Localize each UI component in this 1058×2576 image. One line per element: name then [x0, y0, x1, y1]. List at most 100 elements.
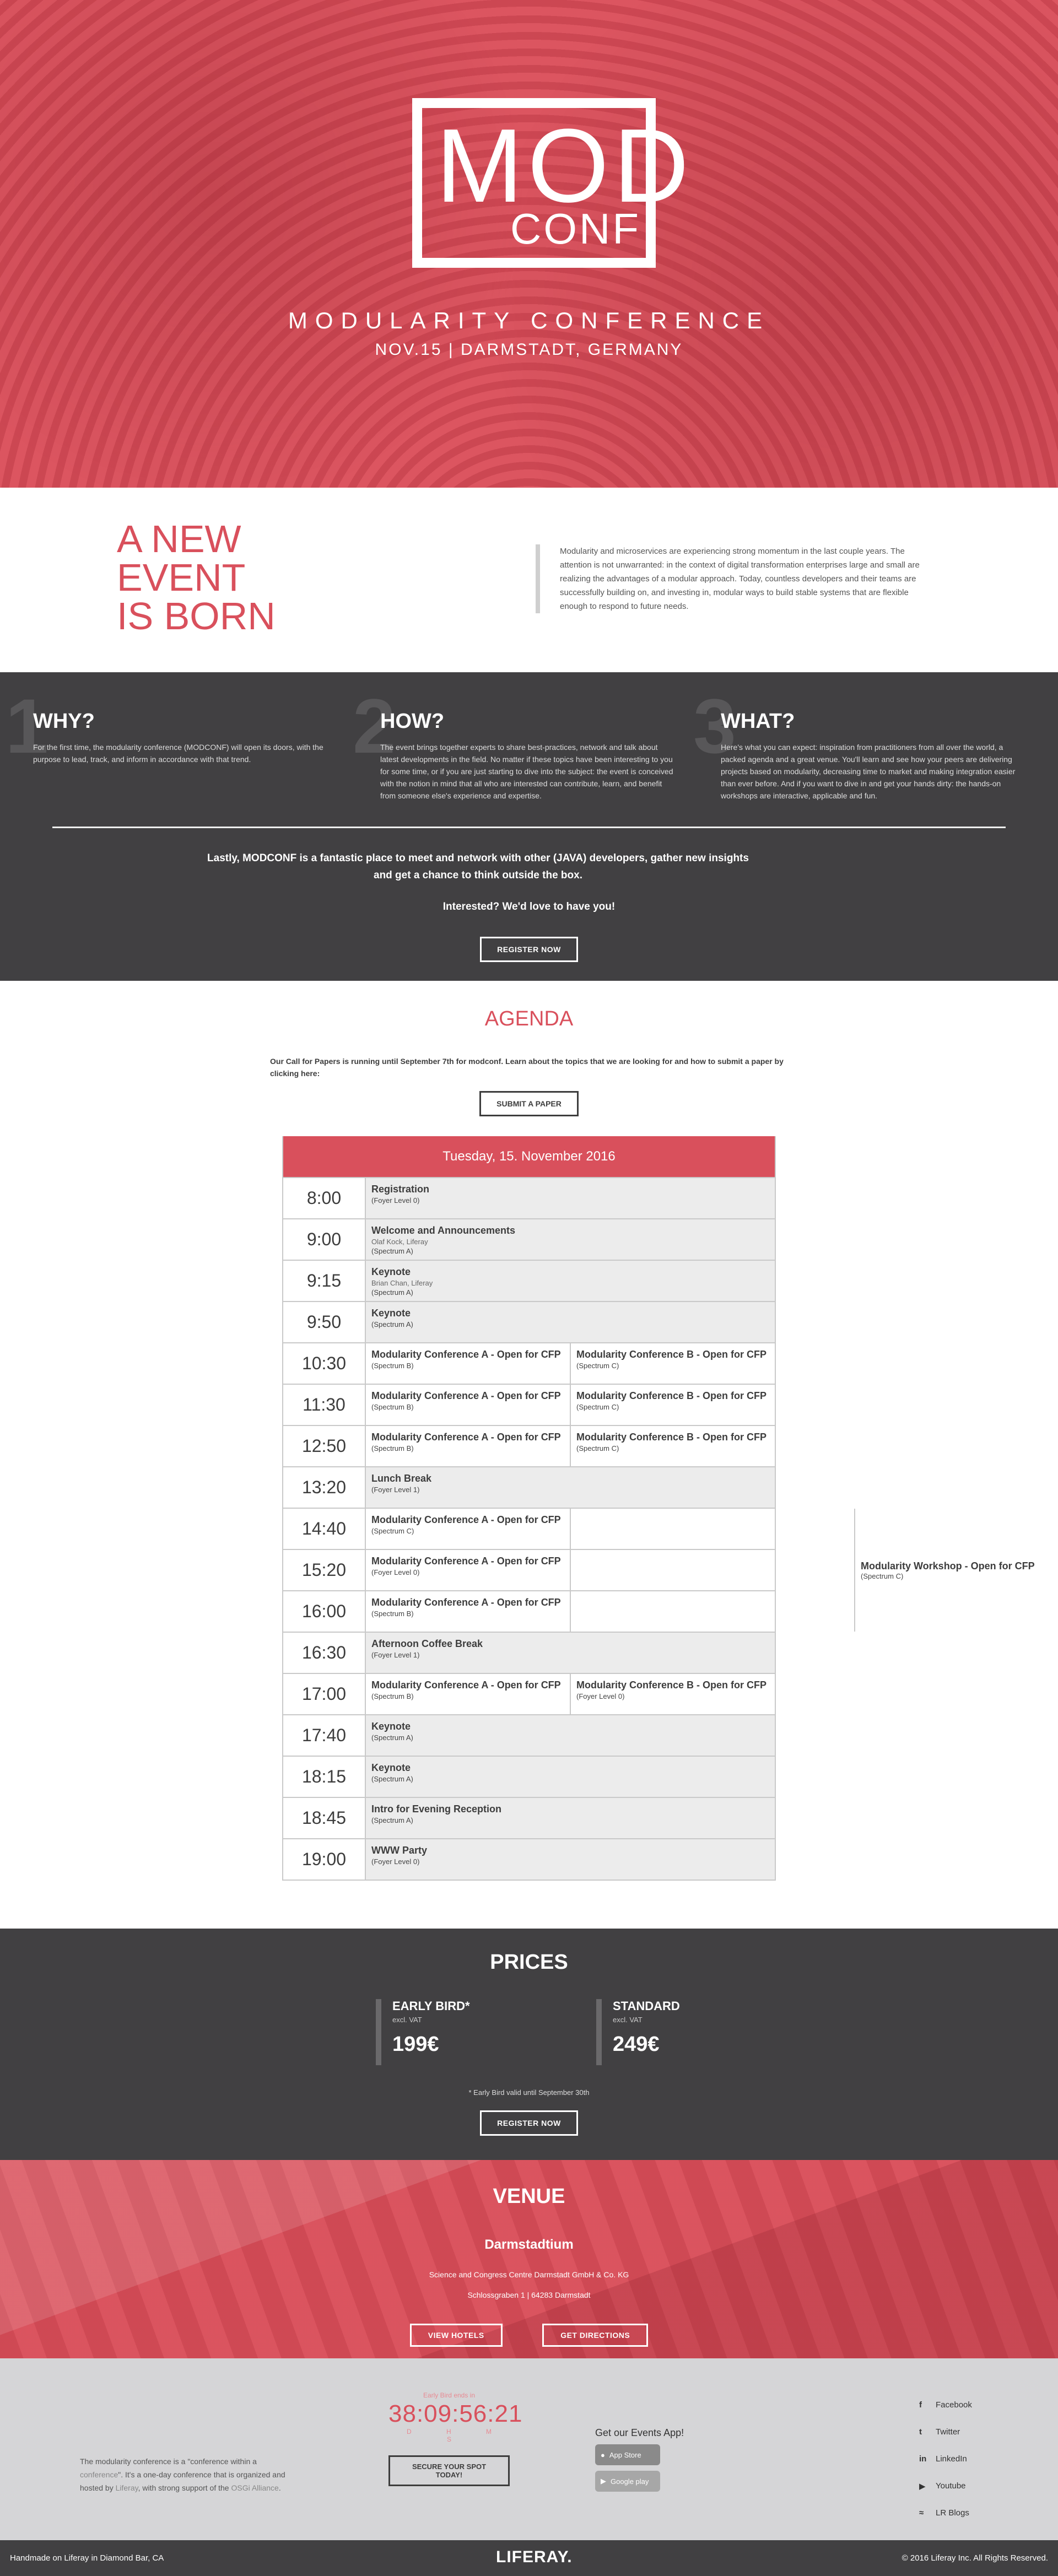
price-vat: excl. VAT — [613, 2016, 643, 2024]
osgi-alliance-link[interactable]: OSGi Alliance — [231, 2483, 278, 2492]
schedule-row: 9:50 Keynote (Spectrum A) — [283, 1301, 775, 1342]
social-link-youtube[interactable]: ▶ Youtube — [919, 2472, 972, 2499]
intro-heading: A NEW EVENT IS BORN — [117, 520, 276, 635]
session-title: Modularity Conference B - Open for CFP — [576, 1432, 767, 1443]
session-title: Modularity Conference A - Open for CFP — [371, 1390, 561, 1401]
register-now-button[interactable]: REGISTER NOW — [480, 2110, 578, 2136]
schedule-session: Keynote (Spectrum A) — [366, 1302, 775, 1342]
bottom-bar: Handmade on Liferay in Diamond Bar, CA L… — [0, 2540, 1058, 2576]
schedule-time: 16:00 — [283, 1591, 366, 1632]
session-room: (Spectrum B) — [371, 1692, 414, 1700]
session-title: Modularity Conference A - Open for CFP — [371, 1514, 561, 1525]
schedule-time: 16:30 — [283, 1633, 366, 1673]
facebook-icon: f — [919, 2400, 922, 2410]
conference-link[interactable]: conference — [80, 2470, 118, 2479]
schedule-cells: Keynote (Spectrum A) — [366, 1302, 775, 1342]
register-wrap: REGISTER NOW — [0, 2110, 1058, 2136]
session-title: Keynote — [371, 1266, 411, 1277]
schedule-session: Registration (Foyer Level 0) — [366, 1178, 775, 1218]
schedule-time: 11:30 — [283, 1385, 366, 1425]
what-column: 3 WHAT? Here's what you can expect: insp… — [693, 688, 1018, 802]
social-label: LinkedIn — [936, 2454, 967, 2464]
submit-wrap: SUBMIT A PAPER — [0, 1091, 1058, 1116]
session-speaker: Olaf Kock, Liferay — [371, 1238, 428, 1246]
schedule-time: 14:40 — [283, 1509, 366, 1549]
cfp-text: Our Call for Papers is running until Sep… — [270, 1057, 784, 1078]
workshop-span-placeholder — [570, 1591, 775, 1632]
column-title: WHAT? — [721, 710, 795, 733]
session-room: (Spectrum C) — [576, 1362, 619, 1370]
liferay-link[interactable]: Liferay — [116, 2483, 138, 2492]
view-hotels-button[interactable]: VIEW HOTELS — [409, 2324, 503, 2347]
schedule-row: 18:15 Keynote (Spectrum A) — [283, 1756, 775, 1797]
price-value: 249€ — [613, 2033, 660, 2056]
social-label: Twitter — [936, 2427, 960, 2437]
get-directions-button[interactable]: GET DIRECTIONS — [542, 2324, 649, 2347]
session-room: (Foyer Level 0) — [371, 1196, 420, 1205]
session-room: (Spectrum A) — [371, 1775, 413, 1783]
social-link-facebook[interactable]: f Facebook — [919, 2391, 972, 2418]
schedule-time: 13:20 — [283, 1467, 366, 1508]
schedule-session: Welcome and Announcements Olaf Kock, Life… — [366, 1219, 775, 1260]
schedule-session: Modularity Conference A - Open for CFP (S… — [366, 1343, 570, 1384]
submit-paper-button[interactable]: SUBMIT A PAPER — [479, 1091, 579, 1116]
social-label: Facebook — [936, 2400, 972, 2410]
venue-address-line: Schlossgraben 1 | 64283 Darmstadt — [467, 2291, 591, 2299]
schedule-cells: Keynote (Spectrum A) — [366, 1715, 775, 1756]
schedule-cells: Intro for Evening Reception (Spectrum A) — [366, 1798, 775, 1838]
session-title: Modularity Conference A - Open for CFP — [371, 1556, 561, 1567]
secure-spot-button[interactable]: SECURE YOUR SPOT TODAY! — [388, 2455, 510, 2486]
schedule-session: Modularity Conference A - Open for CFP (S… — [366, 1385, 570, 1425]
venue-name: Darmstadtium — [484, 2237, 574, 2252]
schedule-session: Keynote (Spectrum A) — [366, 1757, 775, 1797]
google-play-badge[interactable]: ▶ Google play — [595, 2471, 660, 2492]
price-vat: excl. VAT — [392, 2016, 422, 2024]
schedule-time: 15:20 — [283, 1550, 366, 1590]
social-link-linkedin[interactable]: in LinkedIn — [919, 2445, 972, 2472]
rss-icon: ≈ — [919, 2508, 924, 2518]
how-column: 2 HOW? The event brings together experts… — [353, 688, 678, 802]
schedule-session: Modularity Conference B - Open for CFP (F… — [570, 1674, 775, 1714]
session-room: (Spectrum A) — [371, 1733, 413, 1742]
session-room: (Spectrum C) — [371, 1527, 414, 1535]
session-room: (Foyer Level 1) — [371, 1486, 420, 1494]
schedule-session: Modularity Conference B - Open for CFP (S… — [570, 1385, 775, 1425]
schedule-row: 12:50 Modularity Conference A - Open for … — [283, 1425, 775, 1466]
logo-conf-text: CONF — [510, 204, 641, 253]
prices-section: PRICES EARLY BIRD* excl. VAT 199€ STANDA… — [0, 1929, 1058, 2160]
social-link-twitter[interactable]: t Twitter — [919, 2418, 972, 2445]
schedule-row: 19:00 WWW Party (Foyer Level 0) — [283, 1838, 775, 1880]
session-title: Modularity Conference B - Open for CFP — [576, 1349, 767, 1360]
liferay-logo[interactable]: LIFERAY. — [496, 2548, 573, 2567]
intro-quote: Modularity and microservices are experie… — [536, 544, 932, 613]
social-label: Youtube — [936, 2481, 966, 2491]
schedule-row: 10:30 Modularity Conference A - Open for … — [283, 1342, 775, 1384]
session-title: Modularity Workshop - Open for CFP — [861, 1560, 1035, 1571]
schedule-cells: Modularity Conference A - Open for CFP (S… — [366, 1674, 775, 1714]
app-store-badge[interactable]: ● App Store — [595, 2444, 660, 2465]
session-title: Keynote — [371, 1721, 411, 1732]
session-room: (Foyer Level 0) — [371, 1568, 420, 1576]
schedule-time: 9:00 — [283, 1219, 366, 1260]
twitter-icon: t — [919, 2427, 922, 2437]
session-title: Modularity Conference A - Open for CFP — [371, 1679, 561, 1691]
column-text: Here's what you can expect: inspiration … — [721, 743, 1016, 800]
interested-text: Interested? We'd love to have you! — [442, 901, 616, 912]
session-room: (Foyer Level 0) — [371, 1857, 420, 1866]
schedule-time: 17:00 — [283, 1674, 366, 1714]
session-title: Lunch Break — [371, 1473, 432, 1484]
social-link-blogs[interactable]: ≈ LR Blogs — [919, 2499, 972, 2526]
agenda-title: AGENDA — [484, 1007, 574, 1030]
session-room: (Spectrum A) — [371, 1816, 413, 1824]
schedule-cells: Modularity Conference A - Open for CFP (S… — [366, 1385, 775, 1425]
session-room: (Foyer Level 1) — [371, 1651, 420, 1659]
about-text-part: The modularity conference is a "conferen… — [80, 2457, 257, 2466]
price-early-bird: EARLY BIRD* excl. VAT 199€ — [376, 1999, 470, 2065]
session-title: Registration — [371, 1184, 430, 1195]
session-title: Modularity Conference A - Open for CFP — [371, 1349, 561, 1360]
register-now-button[interactable]: REGISTER NOW — [480, 937, 578, 962]
why-column: 1 WHY? For the first time, the modularit… — [6, 688, 331, 765]
app-store-label: App Store — [609, 2450, 641, 2459]
schedule-time: 9:15 — [283, 1261, 366, 1301]
workshop-span-placeholder — [570, 1509, 775, 1549]
